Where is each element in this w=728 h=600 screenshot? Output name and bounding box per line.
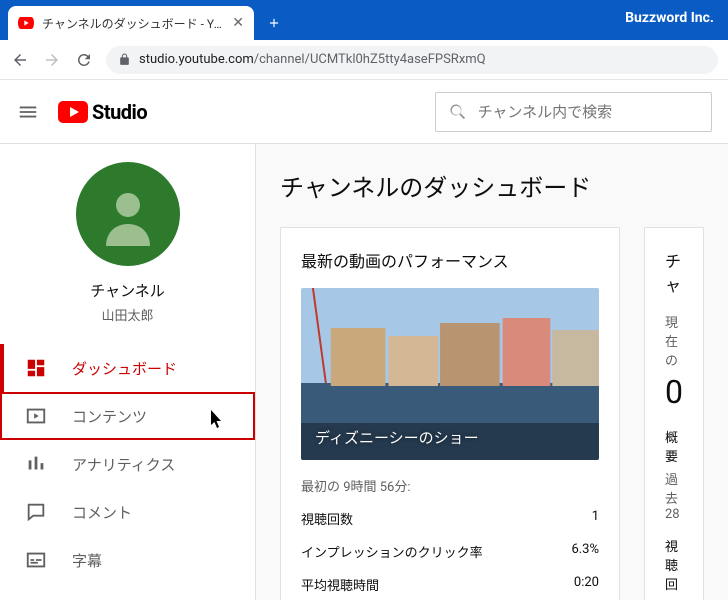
views-label: 視聴回 xyxy=(665,536,683,593)
forward-button[interactable] xyxy=(42,50,62,70)
content-icon xyxy=(24,404,48,428)
sidebar-item-subtitles[interactable]: 字幕 xyxy=(0,536,255,584)
channel-label: チャンネル xyxy=(90,280,165,301)
stat-label: 平均視聴時間 xyxy=(301,575,379,594)
analytics-icon xyxy=(24,452,48,476)
stat-row: 平均視聴時間 0:20 xyxy=(301,575,599,594)
tab-title: チャンネルのダッシュボード - YouTube xyxy=(42,15,224,32)
hamburger-icon[interactable] xyxy=(16,100,40,124)
page-title: チャンネルのダッシュボード xyxy=(280,168,704,203)
sidebar-item-content[interactable]: コンテンツ xyxy=(0,392,255,440)
analytics-card: チャ 現在の 0 概要 過去 28 視聴回 総再生 人気の 過去 48 xyxy=(644,227,704,600)
stat-label: インプレッションのクリック率 xyxy=(301,542,483,561)
sidebar-item-analytics[interactable]: アナリティクス xyxy=(0,440,255,488)
url-text: studio.youtube.com/channel/UCMTkl0hZ5tty… xyxy=(139,52,486,67)
summary-label: 概要 xyxy=(665,427,683,465)
address-bar[interactable]: studio.youtube.com/channel/UCMTkl0hZ5tty… xyxy=(106,46,718,74)
stat-header: 最初の 9時間 56分: xyxy=(301,476,599,495)
subtitles-icon xyxy=(24,548,48,572)
subscribers-label: 現在の xyxy=(665,312,683,369)
close-icon[interactable]: ✕ xyxy=(232,15,244,31)
studio-logo[interactable]: Studio xyxy=(58,100,147,124)
browser-titlebar: チャンネルのダッシュボード - YouTube ✕ Buzzword Inc. xyxy=(0,0,728,40)
latest-video-card: 最新の動画のパフォーマンス ディズニーシーのショー xyxy=(280,227,620,600)
card-title: 最新の動画のパフォーマンス xyxy=(301,248,599,272)
stat-row: インプレッションのクリック率 6.3% xyxy=(301,542,599,561)
search-box[interactable] xyxy=(435,92,712,132)
avatar[interactable] xyxy=(76,162,180,266)
cursor-icon xyxy=(211,410,227,430)
dashboard-icon xyxy=(24,356,48,380)
subscribers-value: 0 xyxy=(665,373,683,411)
summary-range: 過去 28 xyxy=(665,469,683,522)
sidebar-item-dashboard[interactable]: ダッシュボード xyxy=(0,344,255,392)
sidebar-item-label: ダッシュボード xyxy=(72,358,177,379)
sidebar-item-label: コンテンツ xyxy=(72,406,147,427)
youtube-icon xyxy=(58,101,88,123)
stat-label: 視聴回数 xyxy=(301,509,353,528)
browser-tab[interactable]: チャンネルのダッシュボード - YouTube ✕ xyxy=(8,6,254,40)
logo-text: Studio xyxy=(92,100,147,124)
video-title: ディズニーシーのショー xyxy=(315,427,479,448)
comment-icon xyxy=(24,500,48,524)
sidebar-item-label: アナリティクス xyxy=(72,454,175,475)
stat-value: 0:20 xyxy=(574,575,599,594)
browser-toolbar: studio.youtube.com/channel/UCMTkl0hZ5tty… xyxy=(0,40,728,80)
sidebar-nav: ダッシュボード コンテンツ アナリティクス コメント 字幕 xyxy=(0,344,255,584)
sidebar: チャンネル 山田太郎 ダッシュボード コンテンツ アナリティクス コメント xyxy=(0,144,256,600)
back-button[interactable] xyxy=(10,50,30,70)
card-title: チャ xyxy=(665,248,683,296)
window-brand: Buzzword Inc. xyxy=(625,10,714,26)
content: チャンネルのダッシュボード 最新の動画のパフォーマンス xyxy=(256,144,728,600)
youtube-favicon xyxy=(18,17,34,29)
sidebar-item-comments[interactable]: コメント xyxy=(0,488,255,536)
stat-row: 視聴回数 1 xyxy=(301,509,599,528)
stat-value: 1 xyxy=(592,509,599,528)
sidebar-item-label: 字幕 xyxy=(72,550,102,571)
stat-value: 6.3% xyxy=(571,542,599,561)
lock-icon xyxy=(118,53,131,66)
reload-button[interactable] xyxy=(74,50,94,70)
channel-name: 山田太郎 xyxy=(101,305,153,324)
video-thumbnail[interactable]: ディズニーシーのショー xyxy=(301,288,599,460)
search-input[interactable] xyxy=(478,103,699,121)
sidebar-item-label: コメント xyxy=(72,502,132,523)
search-icon xyxy=(448,102,468,122)
app-header: Studio xyxy=(0,80,728,144)
new-tab-button[interactable] xyxy=(260,9,288,37)
